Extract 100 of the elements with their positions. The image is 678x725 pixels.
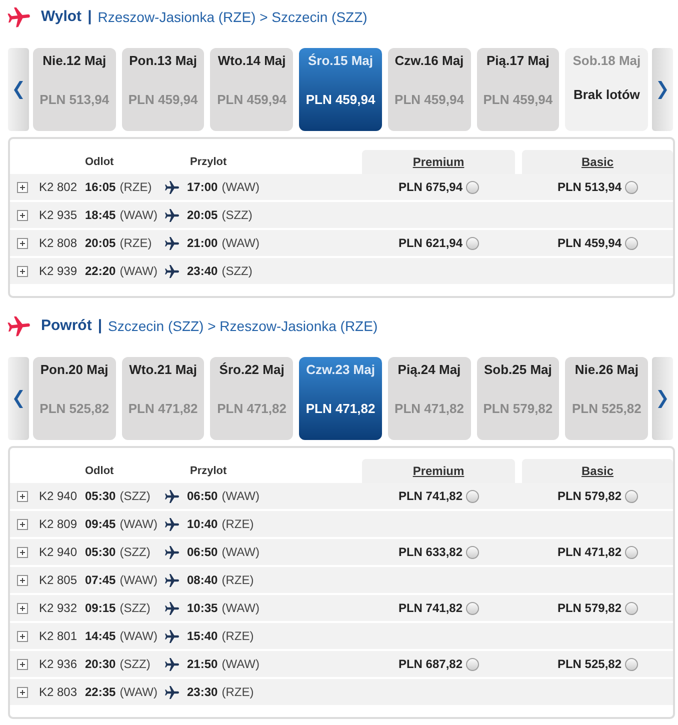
fare-radio[interactable] (624, 236, 638, 250)
fare-price: PLN 675,94 (398, 179, 463, 196)
expand-icon[interactable] (17, 630, 28, 642)
expand-icon[interactable] (17, 238, 28, 248)
day-label: Czw.16 Maj (394, 52, 464, 70)
lowest-fare: PLN 459,94 (483, 91, 553, 109)
arrival-time: 10:35 (187, 600, 218, 617)
expand-icon[interactable] (17, 518, 28, 530)
day-label: Pon.20 Maj (40, 361, 108, 379)
lowest-fare: PLN 525,82 (572, 400, 642, 418)
lowest-fare: PLN 459,94 (306, 91, 376, 109)
departure-time: 20:05 (85, 235, 116, 252)
departure-airport: (WAW) (120, 572, 158, 589)
title-separator: | (88, 6, 92, 27)
flight-number: K2 940 (39, 545, 78, 559)
lowest-fare: PLN 525,82 (40, 400, 110, 418)
arrival-time: 20:05 (187, 207, 218, 224)
lowest-fare: PLN 471,82 (306, 400, 376, 418)
date-button[interactable]: Pią.24 Maj PLN 471,82 (388, 357, 471, 440)
arrival-time: 06:50 (187, 544, 218, 561)
expand-icon[interactable] (17, 546, 28, 558)
date-button[interactable]: Wto.21 Maj PLN 471,82 (122, 357, 204, 440)
expand-icon[interactable] (17, 490, 28, 502)
previous-dates-button[interactable] (8, 357, 29, 440)
day-label: Wto.21 Maj (129, 361, 198, 379)
departure-time: 07:45 (85, 572, 116, 589)
day-label: Nie.26 Maj (574, 361, 638, 379)
departure-airport: (SZZ) (120, 600, 150, 617)
date-button[interactable]: Sob.25 Maj PLN 579,82 (476, 357, 560, 440)
date-button[interactable]: Pią.17 Maj PLN 459,94 (476, 48, 560, 131)
chevron-left-icon (14, 80, 23, 98)
lowest-fare: PLN 513,94 (40, 91, 110, 109)
arrival-time: 10:40 (187, 516, 218, 533)
fare-radio[interactable] (466, 602, 479, 614)
date-button[interactable]: Czw.23 Maj PLN 471,82 (299, 357, 382, 440)
next-dates-button[interactable] (652, 357, 673, 440)
fare-radio[interactable] (466, 236, 479, 250)
fare-class-header[interactable]: Basic (522, 150, 673, 174)
departure-time: 22:20 (85, 263, 116, 280)
flight-number: K2 805 (39, 573, 78, 587)
day-label: Śro.15 Maj (308, 52, 374, 70)
expand-icon[interactable] (17, 182, 28, 192)
airplane-icon (165, 180, 179, 194)
fare-price: PLN 741,82 (398, 488, 463, 505)
date-button[interactable]: Nie.12 Maj PLN 513,94 (33, 48, 116, 131)
date-button[interactable]: Pon.20 Maj PLN 525,82 (33, 357, 116, 440)
day-label: Sob.25 Maj (484, 361, 552, 379)
arrival-airport: (WAW) (222, 656, 260, 673)
departure-airport: (WAW) (120, 207, 158, 224)
date-button[interactable]: Śro.22 Maj PLN 471,82 (210, 357, 294, 440)
fare-radio[interactable] (624, 180, 638, 194)
flight-number: K2 808 (39, 236, 78, 250)
fare-radio[interactable] (466, 658, 479, 670)
arrival-airport: (RZE) (222, 572, 254, 589)
arrival-airport: (WAW) (222, 179, 260, 196)
fare-radio[interactable] (466, 180, 479, 194)
date-button[interactable]: Śro.15 Maj PLN 459,94 (299, 48, 382, 131)
departure-time: 05:30 (85, 488, 116, 505)
expand-icon[interactable] (17, 658, 28, 670)
next-dates-button[interactable] (652, 48, 673, 131)
arrival-airport: (RZE) (222, 516, 254, 533)
column-header: Odlot (85, 155, 114, 170)
fare-radio[interactable] (466, 546, 479, 558)
date-button[interactable]: Wto.14 Maj PLN 459,94 (210, 48, 294, 131)
day-label: Sob.18 Maj (572, 52, 641, 70)
expand-icon[interactable] (17, 266, 28, 276)
arrival-airport: (RZE) (222, 628, 254, 645)
fare-radio[interactable] (624, 602, 638, 614)
route-label: Szczecin (SZZ) > Rzeszow-Jasionka (RZE) (108, 316, 378, 336)
arrival-time: 21:00 (187, 235, 218, 252)
airplane-icon (165, 208, 179, 222)
fare-class-header[interactable]: Premium (362, 150, 515, 174)
fare-radio[interactable] (624, 546, 638, 558)
fare-class-header[interactable]: Premium (362, 459, 515, 483)
column-header: Przylot (190, 464, 227, 479)
airplane-icon (7, 314, 31, 338)
departure-time: 22:35 (85, 684, 116, 701)
fare-radio[interactable] (466, 490, 479, 502)
date-button[interactable]: Sob.18 Maj Brak lotów (565, 48, 648, 131)
airplane-icon (165, 658, 179, 670)
date-button[interactable]: Nie.26 Maj PLN 525,82 (565, 357, 648, 440)
fare-class-header[interactable]: Basic (522, 459, 673, 483)
previous-dates-button[interactable] (8, 48, 29, 131)
fare-price: PLN 687,82 (398, 656, 463, 673)
section-title: Powrót (41, 316, 92, 336)
fare-radio[interactable] (624, 490, 638, 502)
airplane-icon (7, 6, 31, 28)
date-button[interactable]: Pon.13 Maj PLN 459,94 (122, 48, 204, 131)
departure-airport: (SZZ) (120, 544, 150, 561)
expand-icon[interactable] (17, 602, 28, 614)
expand-icon[interactable] (17, 686, 28, 698)
arrival-time: 23:40 (187, 263, 218, 280)
departure-time: 05:30 (85, 544, 116, 561)
lowest-fare: PLN 459,94 (394, 91, 464, 109)
fare-radio[interactable] (624, 658, 638, 670)
date-button[interactable]: Czw.16 Maj PLN 459,94 (388, 48, 471, 131)
expand-icon[interactable] (17, 210, 28, 220)
departure-airport: (WAW) (120, 628, 158, 645)
column-header: Przylot (190, 155, 227, 170)
expand-icon[interactable] (17, 574, 28, 586)
